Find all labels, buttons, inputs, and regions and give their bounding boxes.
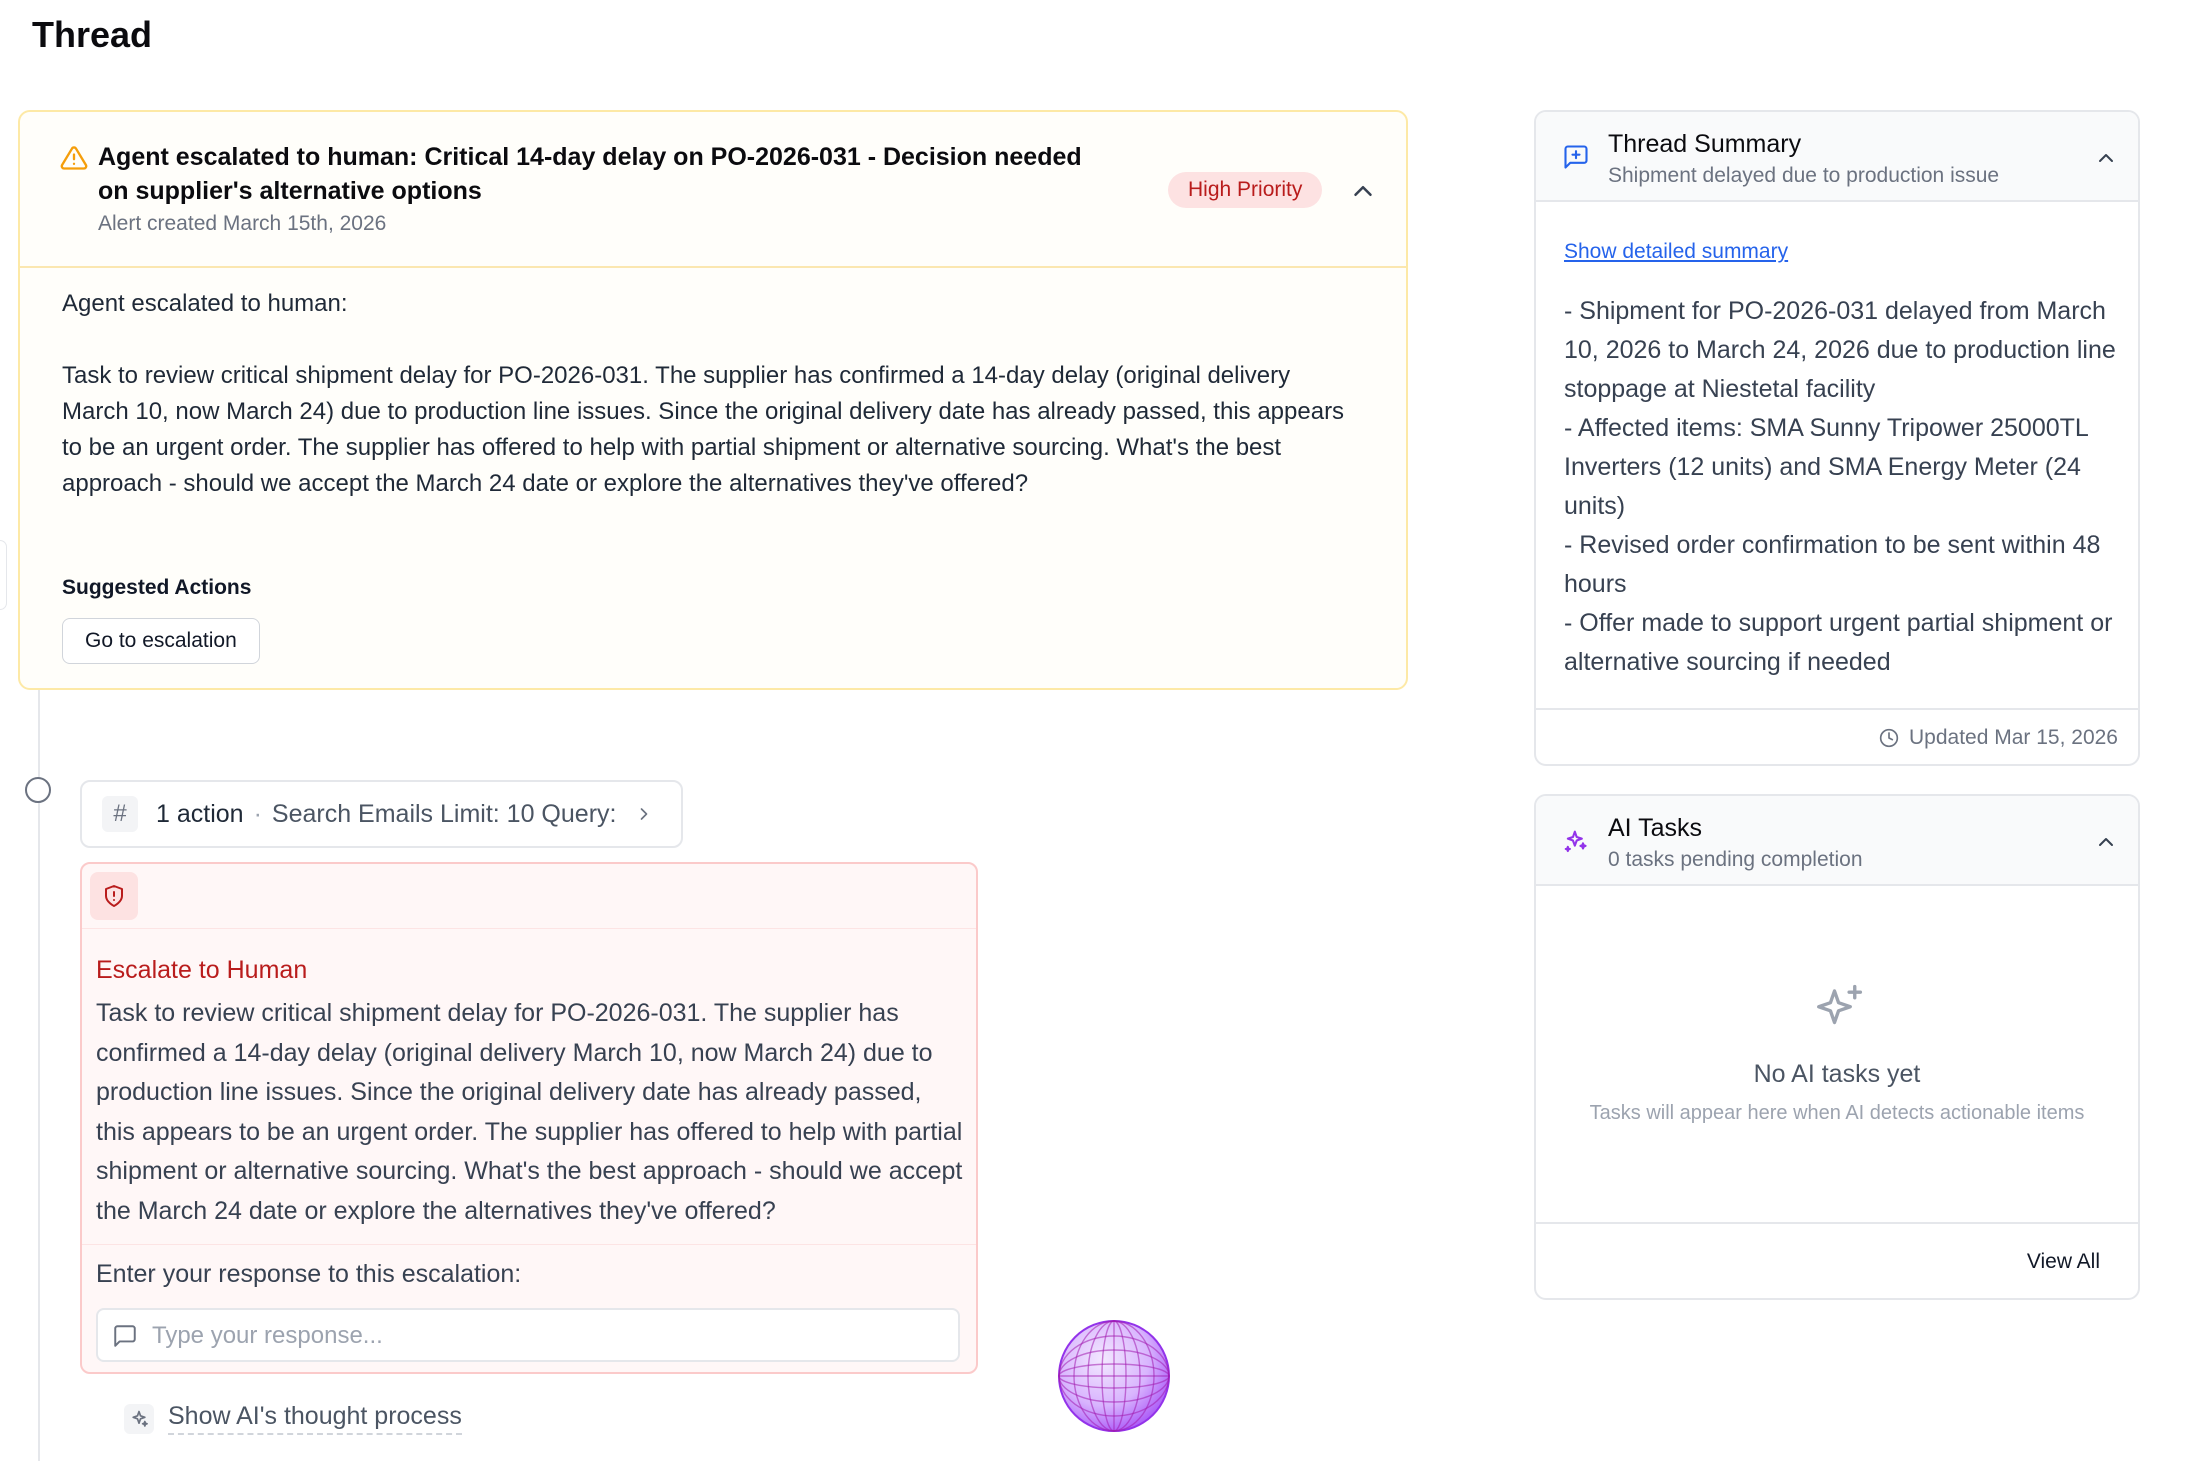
summary-lines: - Shipment for PO-2026-031 delayed from … xyxy=(1564,292,2124,682)
updated-label: Updated Mar 15, 2026 xyxy=(1909,726,2118,749)
show-thought-process-toggle[interactable]: Show AI's thought process xyxy=(124,1402,462,1435)
shield-alert-icon xyxy=(105,885,123,907)
divider xyxy=(82,928,976,929)
thread-summary-title: Thread Summary xyxy=(1608,130,1802,158)
ai-tasks-title: AI Tasks xyxy=(1608,814,1703,842)
thought-process-label: Show AI's thought process xyxy=(168,1402,462,1435)
go-to-escalation-button[interactable]: Go to escalation xyxy=(62,618,260,664)
summary-line: - Affected items: SMA Sunny Tripower 250… xyxy=(1564,414,2088,520)
hash-icon: # xyxy=(102,796,138,832)
sparkles-icon xyxy=(124,1403,154,1434)
ai-orb-icon[interactable] xyxy=(1056,1318,1172,1434)
summary-footer: Updated Mar 15, 2026 xyxy=(1536,708,2138,764)
response-prompt-label: Enter your response to this escalation: xyxy=(96,1260,522,1288)
sparkles-icon xyxy=(1817,984,1863,1025)
message-square-icon xyxy=(1564,145,1588,169)
response-input[interactable] xyxy=(152,1316,942,1356)
escalation-description: Task to review critical shipment delay f… xyxy=(96,999,963,1225)
thread-summary-subtitle: Shipment delayed due to production issue xyxy=(1608,164,2000,187)
response-input-wrapper xyxy=(96,1308,960,1362)
ai-tasks-subtitle: 0 tasks pending completion xyxy=(1608,848,1863,871)
side-panel-handle[interactable] xyxy=(0,540,7,610)
alert-body: Agent escalated to human: Task to review… xyxy=(62,288,1362,502)
alert-description: Task to review critical shipment delay f… xyxy=(62,362,1345,497)
chevron-up-icon[interactable] xyxy=(1348,176,1378,206)
sparkles-icon xyxy=(1564,830,1587,853)
summary-line: - Revised order confirmation to be sent … xyxy=(1564,531,2101,598)
chevron-right-icon xyxy=(641,808,648,820)
page-title: Thread xyxy=(32,14,153,55)
action-summary-pill[interactable]: # 1 action · Search Emails Limit: 10 Que… xyxy=(80,780,683,848)
chevron-up-icon[interactable] xyxy=(2094,830,2118,854)
alert-intro: Agent escalated to human: xyxy=(62,290,348,317)
escalation-icon-box xyxy=(90,872,138,920)
action-separator: · xyxy=(253,799,262,828)
alert-title: Agent escalated to human: Critical 14-da… xyxy=(98,143,1082,205)
summary-line: - Offer made to support urgent partial s… xyxy=(1564,609,2113,676)
timeline-dot xyxy=(25,777,51,803)
suggested-actions-label: Suggested Actions xyxy=(62,576,252,599)
ai-tasks-header[interactable]: AI Tasks 0 tasks pending completion xyxy=(1536,796,2138,886)
escalate-to-human-card: Escalate to Human Task to review critica… xyxy=(80,862,978,1374)
alert-header[interactable]: Agent escalated to human: Critical 14-da… xyxy=(20,112,1406,268)
action-count: 1 action xyxy=(156,799,244,828)
thread-summary-panel: Thread Summary Shipment delayed due to p… xyxy=(1534,110,2140,766)
thread-summary-header[interactable]: Thread Summary Shipment delayed due to p… xyxy=(1536,112,2138,202)
empty-state-title: No AI tasks yet xyxy=(1753,1060,1921,1088)
escalation-alert-card: Agent escalated to human: Critical 14-da… xyxy=(18,110,1408,690)
chevron-up-icon[interactable] xyxy=(2094,146,2118,170)
message-square-icon xyxy=(114,1325,136,1347)
action-description: Search Emails Limit: 10 Query: xyxy=(271,799,617,828)
clock-icon xyxy=(1879,728,1899,748)
ai-tasks-panel: AI Tasks 0 tasks pending completion No A… xyxy=(1534,794,2140,1300)
alert-created-date: Alert created March 15th, 2026 xyxy=(98,212,387,235)
ai-tasks-footer: View All xyxy=(1536,1222,2138,1298)
priority-badge: High Priority xyxy=(1168,172,1323,208)
show-detailed-summary-link[interactable]: Show detailed summary xyxy=(1564,240,1788,264)
warning-triangle-icon xyxy=(60,146,88,170)
escalation-title: Escalate to Human xyxy=(96,956,308,984)
view-all-button[interactable]: View All xyxy=(2027,1250,2100,1274)
timeline-line xyxy=(38,690,40,1461)
updated-timestamp: Updated Mar 15, 2026 xyxy=(1879,726,2118,750)
divider xyxy=(82,1244,976,1245)
summary-line: - Shipment for PO-2026-031 delayed from … xyxy=(1564,297,2116,403)
empty-state-subtitle: Tasks will appear here when AI detects a… xyxy=(1589,1102,2085,1124)
